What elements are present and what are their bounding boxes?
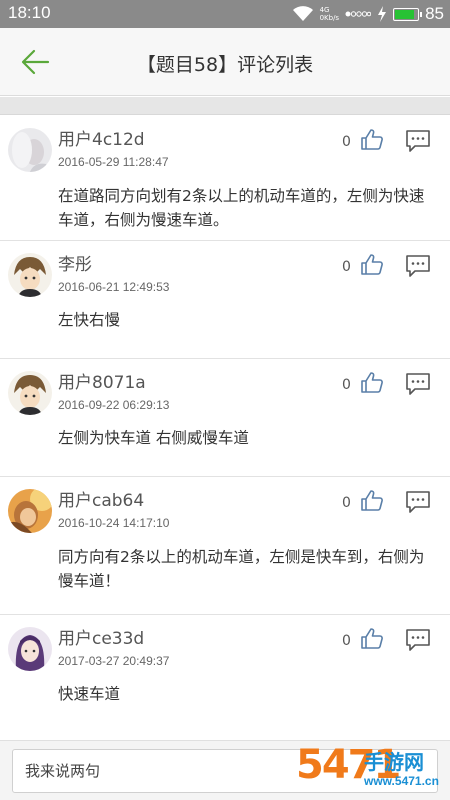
battery-percent: 85 [425,4,444,23]
comment-item: 李彤 2016-06-21 12:49:53 0 左快右慢 [0,241,450,359]
like-count: 0 [342,134,351,150]
reply-icon[interactable] [405,372,431,396]
comment-time: 2016-05-29 11:28:47 [58,155,169,169]
avatar[interactable] [8,128,52,172]
status-time: 18:10 [8,3,51,22]
avatar[interactable] [8,371,52,415]
thumbs-up-icon[interactable] [360,128,384,152]
comment-username[interactable]: 用户8071a [58,368,146,393]
comment-list[interactable]: 用户4c12d 2016-05-29 11:28:47 0 在道路同方向划有2条… [0,116,450,725]
battery-icon [393,7,423,21]
thumbs-up-icon[interactable] [360,371,384,395]
comment-item: 用户4c12d 2016-05-29 11:28:47 0 在道路同方向划有2条… [0,116,450,241]
reply-icon[interactable] [405,254,431,278]
comment-time: 2016-10-24 14:17:10 [58,516,170,530]
network-indicator: 4G 0Kb/s [319,6,340,22]
reply-icon[interactable] [405,490,431,514]
avatar[interactable] [8,489,52,533]
comment-time: 2017-03-27 20:49:37 [58,654,170,668]
watermark-name: 手游网 [364,750,424,774]
comment-username[interactable]: 用户4c12d [58,125,145,150]
like-count: 0 [342,633,351,649]
watermark-logo: 5471 手游网 www.5471.cn [296,742,446,794]
signal-icon [345,11,372,17]
comment-username[interactable]: 用户ce33d [58,624,144,649]
thumbs-up-icon[interactable] [360,253,384,277]
like-count: 0 [342,259,351,275]
comment-text: 左快右慢 [58,311,121,329]
status-bar: 18:10 4G 0Kb/s 85 [0,0,450,28]
title-bar: 【题目58】评论列表 [0,28,450,96]
like-count: 0 [342,377,351,393]
comment-item: 用户ce33d 2017-03-27 20:49:37 0 快速车道 [0,615,450,725]
section-divider [0,97,450,115]
thumbs-up-icon[interactable] [360,489,384,513]
status-icons: 4G 0Kb/s 85 [292,3,444,25]
comment-text: 同方向有2条以上的机动车道，左侧是快车到，右侧为慢车道！ [58,548,425,590]
comment-text: 快速车道 [58,685,121,703]
comment-text: 在道路同方向划有2条以上的机动车道的，左侧为快速车道，右侧为慢速车道。 [58,187,425,229]
watermark-url: www.5471.cn [364,774,439,788]
battery-level [395,9,414,19]
reply-icon[interactable] [405,628,431,652]
comment-item: 用户8071a 2016-09-22 06:29:13 0 左侧为快车道 右侧威… [0,359,450,477]
comment-time: 2016-06-21 12:49:53 [58,280,170,294]
like-count: 0 [342,495,351,511]
comment-username[interactable]: 用户cab64 [58,486,144,511]
reply-icon[interactable] [405,129,431,153]
comment-username[interactable]: 李彤 [58,250,92,275]
comment-item: 用户cab64 2016-10-24 14:17:10 0 同方向有2条以上的机… [0,477,450,615]
avatar[interactable] [8,253,52,297]
comment-time: 2016-09-22 06:29:13 [58,398,170,412]
comment-text: 左侧为快车道 右侧威慢车道 [58,429,249,447]
avatar[interactable] [8,627,52,671]
thumbs-up-icon[interactable] [360,627,384,651]
wifi-icon [292,6,313,21]
page-title: 【题目58】评论列表 [136,54,314,76]
charging-icon [378,6,387,22]
